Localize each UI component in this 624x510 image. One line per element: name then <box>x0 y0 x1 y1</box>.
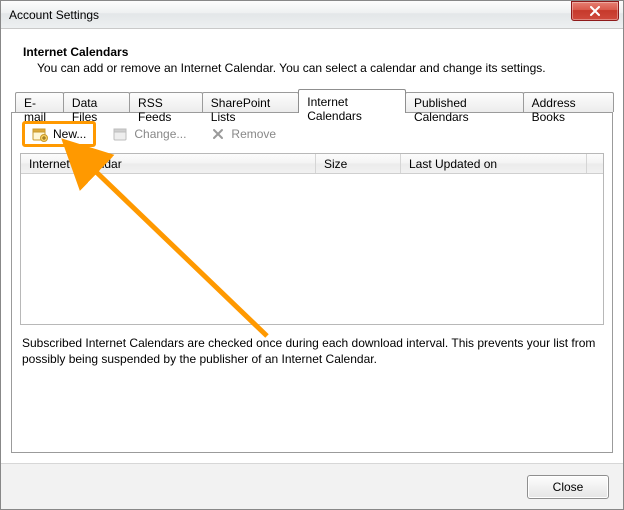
page-subtitle: You can add or remove an Internet Calend… <box>23 61 609 75</box>
remove-icon <box>210 126 226 142</box>
page-title: Internet Calendars <box>23 45 609 59</box>
remove-button-label: Remove <box>231 127 276 141</box>
new-button-label: New... <box>53 127 86 141</box>
account-settings-dialog: Account Settings Internet Calendars You … <box>0 0 624 510</box>
window-title: Account Settings <box>9 8 571 22</box>
calendar-new-icon <box>32 126 48 142</box>
column-header-name[interactable]: Internet Calendar <box>21 154 316 173</box>
close-button[interactable]: Close <box>527 475 609 499</box>
tab-rss-feeds[interactable]: RSS Feeds <box>129 92 203 112</box>
change-button: Change... <box>106 123 193 145</box>
toolbar: New... Change... <box>20 119 604 153</box>
dialog-content: Internet Calendars You can add or remove… <box>1 29 623 463</box>
titlebar: Account Settings <box>1 1 623 29</box>
new-button[interactable]: New... <box>25 124 93 144</box>
close-icon <box>587 3 603 19</box>
column-headers: Internet Calendar Size Last Updated on <box>21 154 603 174</box>
tab-sharepoint-lists[interactable]: SharePoint Lists <box>202 92 299 112</box>
footer-note: Subscribed Internet Calendars are checke… <box>20 325 604 367</box>
tab-data-files[interactable]: Data Files <box>63 92 130 112</box>
change-button-label: Change... <box>134 127 186 141</box>
tab-published-calendars[interactable]: Published Calendars <box>405 92 524 112</box>
column-header-size[interactable]: Size <box>316 154 401 173</box>
tab-panel-internet-calendars: New... Change... <box>11 112 613 453</box>
dialog-header: Internet Calendars You can add or remove… <box>11 37 613 89</box>
highlight-frame: New... <box>22 121 96 147</box>
column-header-spacer <box>587 154 603 173</box>
tabstrip: E-mail Data Files RSS Feeds SharePoint L… <box>11 89 613 112</box>
tab-address-books[interactable]: Address Books <box>523 92 614 112</box>
tab-internet-calendars[interactable]: Internet Calendars <box>298 89 406 113</box>
calendar-change-icon <box>113 126 129 142</box>
calendars-table: Internet Calendar Size Last Updated on <box>20 153 604 325</box>
window-close-button[interactable] <box>571 1 619 21</box>
table-body-empty <box>21 174 603 324</box>
column-header-updated[interactable]: Last Updated on <box>401 154 587 173</box>
close-button-label: Close <box>553 480 584 494</box>
remove-button: Remove <box>203 123 283 145</box>
tab-email[interactable]: E-mail <box>15 92 64 112</box>
dialog-footer: Close <box>1 463 623 509</box>
